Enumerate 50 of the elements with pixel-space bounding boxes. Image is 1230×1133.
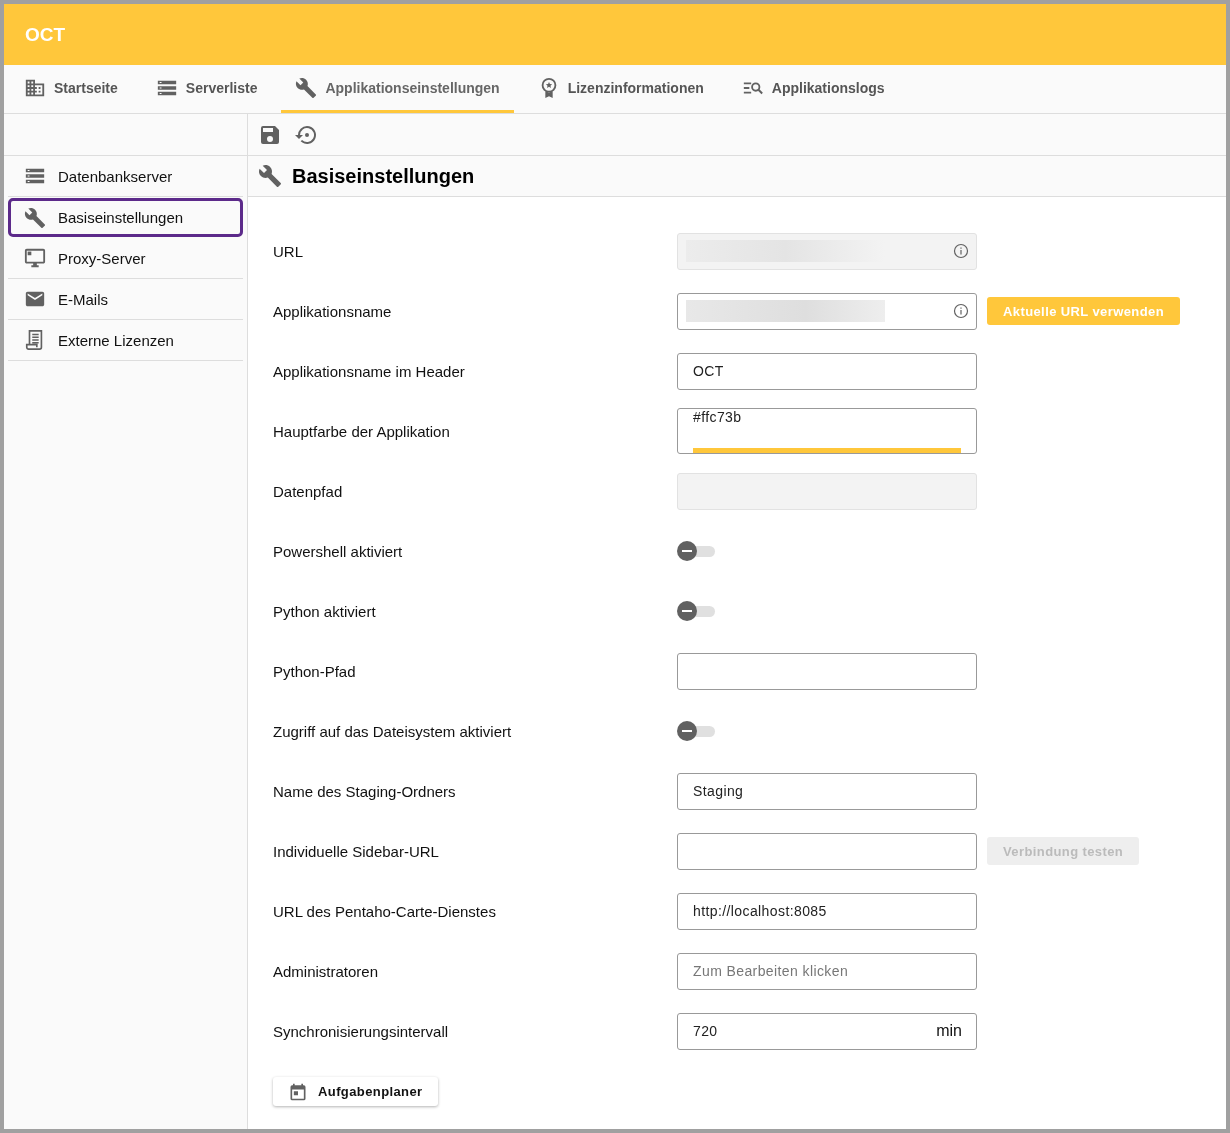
sidebar-item[interactable]: E-Mails	[8, 279, 243, 320]
field-label: Zugriff auf das Dateisystem aktiviert	[273, 722, 513, 740]
input-field[interactable]: OCT	[677, 352, 977, 390]
color-field[interactable]: #ffc73b	[677, 408, 977, 454]
field-label: Powershell aktiviert	[273, 542, 404, 560]
monitor-icon	[24, 247, 46, 269]
wrench-icon	[24, 206, 46, 229]
input-field[interactable]	[677, 652, 977, 690]
field-value: Staging	[692, 783, 745, 799]
sidebar-item[interactable]: Datenbankserver	[8, 156, 243, 197]
field-label: Applikationsname	[273, 302, 393, 320]
field-value: #ffc73b	[692, 409, 743, 427]
field-label: Python-Pfad	[273, 662, 357, 680]
sidebar-item[interactable]: Basiseinstellungen	[8, 198, 243, 237]
field-label: Name des Staging-Ordners	[273, 782, 457, 800]
field-label: Synchronisierungsintervall	[273, 1022, 450, 1040]
scheduler-button[interactable]: Aufgabenplaner	[273, 1077, 438, 1106]
field-value: OCT	[692, 363, 725, 379]
placeholder-text: Zum Bearbeiten klicken	[692, 963, 850, 979]
wrench-icon	[258, 164, 282, 188]
field-value: 720	[692, 1023, 719, 1039]
field-label: Hauptfarbe der Applikation	[273, 422, 451, 440]
toggle-switch[interactable]	[677, 720, 715, 742]
field-label: Individuelle Sidebar-URL	[273, 842, 440, 860]
field-label: Administratoren	[273, 962, 380, 980]
sidebar-item[interactable]: Proxy-Server	[8, 238, 243, 279]
unit-label: min	[936, 1022, 962, 1040]
field-label: URL	[273, 242, 304, 260]
toggle-switch[interactable]	[677, 600, 715, 622]
field-label: Applikationsname im Header	[273, 362, 466, 380]
input-field[interactable]	[677, 832, 977, 870]
field-label: Python aktiviert	[273, 602, 377, 620]
field-label: URL des Pentaho-Carte-Dienstes	[273, 902, 497, 920]
nav-tab[interactable]: Applikationslogs	[727, 65, 899, 113]
input-field[interactable]: Zum Bearbeiten klicken	[677, 952, 977, 990]
toggle-switch[interactable]	[677, 540, 715, 562]
sidebar-item[interactable]: Externe Lizenzen	[8, 320, 243, 361]
input-field[interactable]: 720 min	[677, 1012, 977, 1050]
input-field[interactable]	[677, 292, 977, 330]
nav-tab[interactable]: Startseite	[10, 65, 132, 113]
field-value: http://localhost:8085	[692, 903, 828, 919]
input-field[interactable]: http://localhost:8085	[677, 892, 977, 930]
input-field[interactable]: Staging	[677, 772, 977, 810]
wrench-icon	[295, 76, 318, 99]
nav-tab[interactable]: Lizenzinformationen	[523, 65, 718, 113]
app-title: OCT	[25, 23, 66, 46]
section-title: Basiseinstellungen	[292, 164, 475, 188]
calendar-icon	[288, 1081, 308, 1102]
field-label: Datenpfad	[273, 482, 344, 500]
nav-tab[interactable]: Serverliste	[141, 65, 272, 113]
